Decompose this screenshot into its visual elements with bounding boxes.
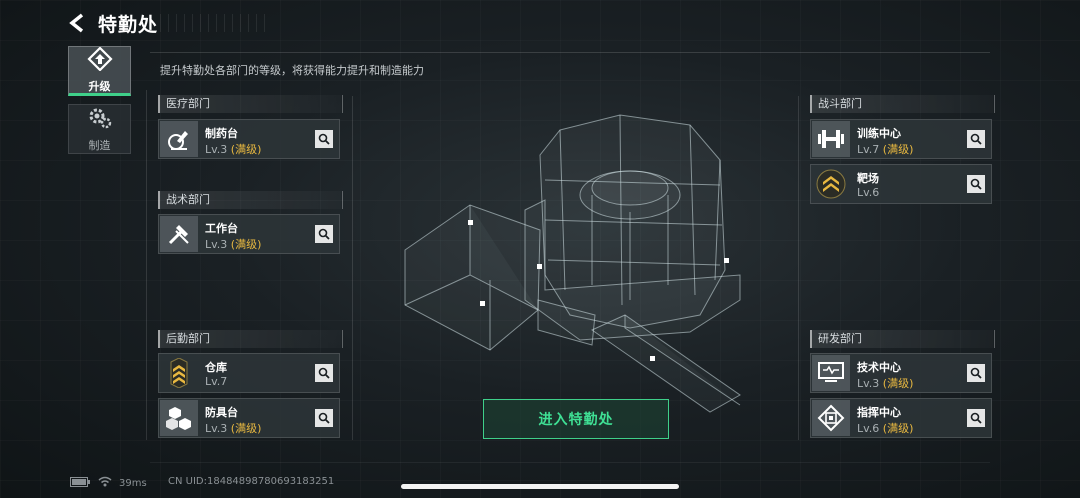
facility-tech-center[interactable]: 技术中心 Lv.3 (满级) xyxy=(810,353,992,393)
search-icon[interactable] xyxy=(315,225,333,243)
dept-combat-label: 战斗部门 xyxy=(810,95,995,113)
microscope-icon xyxy=(160,121,198,157)
battery-icon xyxy=(70,476,90,490)
monitor-icon xyxy=(812,355,850,391)
enter-special-ops-button[interactable]: 进入特勤处 xyxy=(483,399,669,439)
search-icon[interactable] xyxy=(315,409,333,427)
back-arrow-icon[interactable] xyxy=(66,11,90,35)
header: 特勤处 xyxy=(66,8,158,38)
center-guide-left xyxy=(352,96,353,440)
facility-level: Lv.3 (满级) xyxy=(205,238,262,251)
chevron-rank-icon xyxy=(812,166,850,202)
tab-craft-label: 制造 xyxy=(88,138,111,152)
facility-shooting-range[interactable]: 靶场 Lv.6 xyxy=(810,164,992,204)
dept-research-label: 研发部门 xyxy=(810,330,995,348)
facility-level: Lv.6 xyxy=(857,186,880,199)
ping-value: 39ms xyxy=(119,477,147,489)
facility-level: Lv.6 (满级) xyxy=(857,422,914,435)
divider xyxy=(150,52,990,53)
search-icon[interactable] xyxy=(315,130,333,148)
dumbbell-icon xyxy=(812,121,850,157)
tab-upgrade[interactable]: 升级 xyxy=(68,45,131,96)
facility-warehouse[interactable]: 仓库 Lv.7 xyxy=(158,353,340,393)
building-illustration xyxy=(404,114,741,413)
facility-level: Lv.7 xyxy=(205,375,228,388)
title-decoration xyxy=(160,14,270,32)
facility-name: 指挥中心 xyxy=(857,406,901,419)
facility-name: 靶场 xyxy=(857,172,879,185)
wifi-icon xyxy=(98,476,112,490)
facility-name: 技术中心 xyxy=(857,361,901,374)
dept-tactical-label: 战术部门 xyxy=(158,191,343,209)
facility-name: 制药台 xyxy=(205,127,238,140)
facility-name: 工作台 xyxy=(205,222,238,235)
tools-icon xyxy=(160,216,198,252)
page-title: 特勤处 xyxy=(98,13,159,36)
search-icon[interactable] xyxy=(967,130,985,148)
left-guide-line xyxy=(146,90,147,440)
facility-pharmacy[interactable]: 制药台 Lv.3 (满级) xyxy=(158,119,340,159)
facility-armor-bench[interactable]: 防具台 Lv.3 (满级) xyxy=(158,398,340,438)
facility-training-center[interactable]: 训练中心 Lv.7 (满级) xyxy=(810,119,992,159)
facility-workbench[interactable]: 工作台 Lv.3 (满级) xyxy=(158,214,340,254)
home-indicator[interactable] xyxy=(401,484,679,489)
gears-icon xyxy=(87,106,113,134)
dept-logistics-label: 后勤部门 xyxy=(158,330,343,348)
chevron-rank-icon xyxy=(160,355,198,391)
facility-level: Lv.3 (满级) xyxy=(205,143,262,156)
user-uid: CN UID:18484898780693183251 xyxy=(168,476,335,487)
facility-name: 训练中心 xyxy=(857,127,901,140)
search-icon[interactable] xyxy=(315,364,333,382)
bottom-divider xyxy=(150,462,990,463)
cubes-icon xyxy=(160,400,198,436)
search-icon[interactable] xyxy=(967,175,985,193)
search-icon[interactable] xyxy=(967,409,985,427)
facility-command-center[interactable]: 指挥中心 Lv.6 (满级) xyxy=(810,398,992,438)
tab-craft[interactable]: 制造 xyxy=(68,104,131,154)
page-subtitle: 提升特勤处各部门的等级，将获得能力提升和制造能力 xyxy=(160,64,424,77)
facility-name: 防具台 xyxy=(205,406,238,419)
search-icon[interactable] xyxy=(967,364,985,382)
chip-icon xyxy=(812,400,850,436)
dept-medical-label: 医疗部门 xyxy=(158,95,343,113)
upgrade-icon xyxy=(86,45,113,75)
status-bar: 39ms xyxy=(70,476,147,490)
facility-name: 仓库 xyxy=(205,361,227,374)
facility-level: Lv.3 (满级) xyxy=(205,422,262,435)
center-guide-right xyxy=(798,96,799,440)
facility-level: Lv.3 (满级) xyxy=(857,377,914,390)
tab-upgrade-label: 升级 xyxy=(88,79,111,93)
facility-level: Lv.7 (满级) xyxy=(857,143,914,156)
